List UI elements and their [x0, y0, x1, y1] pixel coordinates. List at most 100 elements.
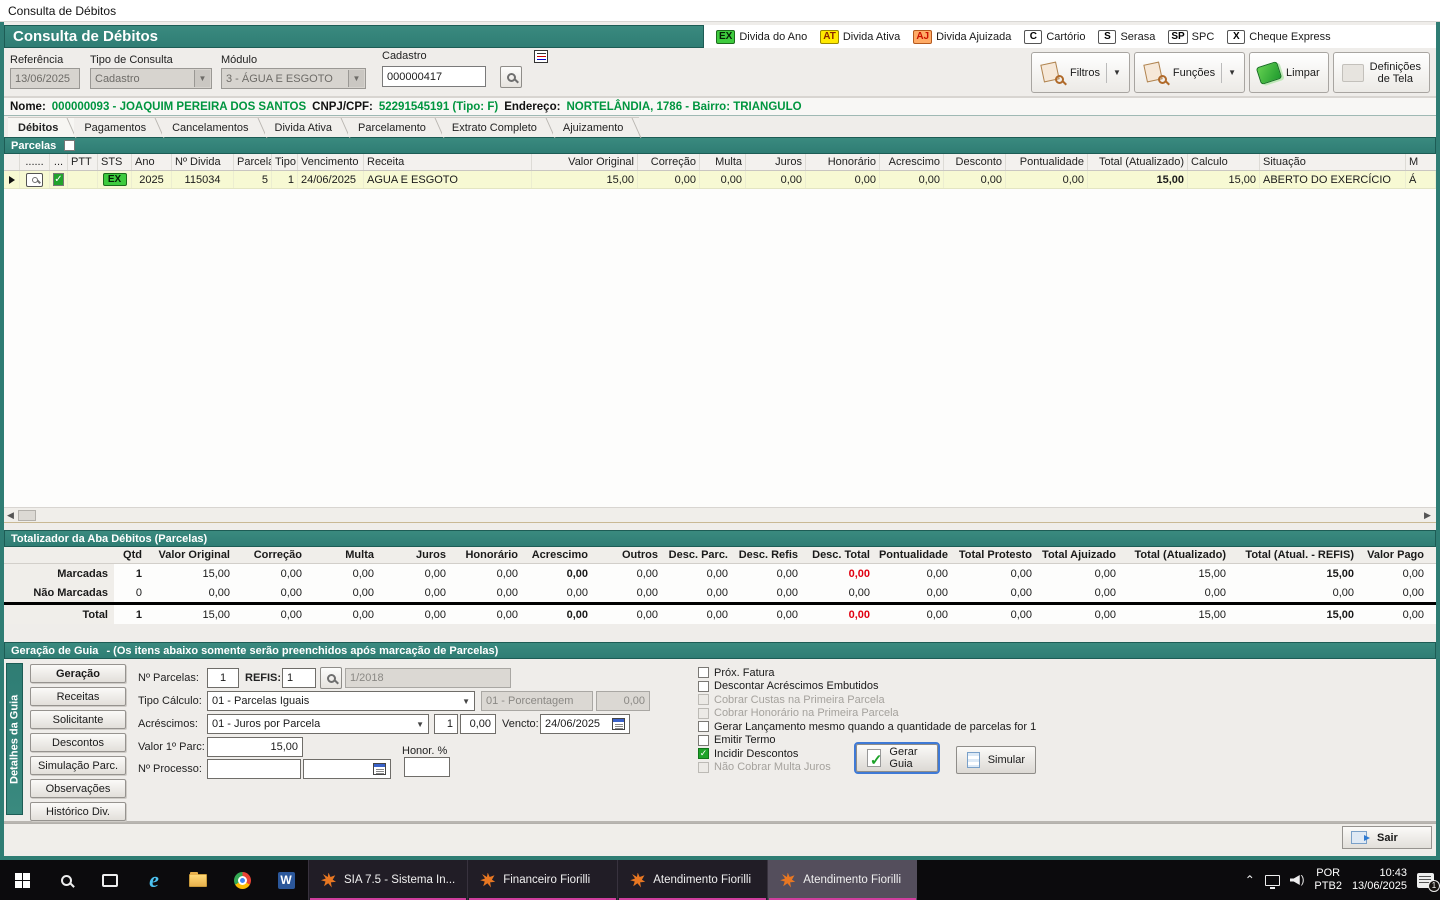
calendar-icon[interactable] [373, 763, 386, 775]
honor-input[interactable] [404, 757, 450, 777]
volume-icon[interactable]: ) [1289, 874, 1304, 886]
filtros-button[interactable]: Filtros ▼ [1031, 52, 1130, 93]
grid-col-honorario[interactable]: Honorário [806, 154, 880, 170]
cadastro-search-button[interactable] [500, 66, 522, 88]
grid-col-correcao[interactable]: Correção [638, 154, 700, 170]
acrescimos-n-input[interactable]: 1 [434, 714, 458, 734]
grid-col-calculo[interactable]: Calculo [1188, 154, 1260, 170]
taskbar-search-button[interactable] [44, 860, 88, 900]
scroll-right-arrow[interactable]: ▶ [1421, 509, 1434, 522]
referencia-field[interactable]: 13/06/2025 [10, 68, 80, 89]
list-icon[interactable] [534, 50, 548, 63]
grid-col-vencimento[interactable]: Vencimento [298, 154, 364, 170]
grid-horizontal-scrollbar[interactable]: ◀ ▶ [4, 508, 1436, 523]
tab-parcelamento[interactable]: Parcelamento [348, 117, 442, 137]
cobrar-honorario-checkbox[interactable]: Cobrar Honorário na Primeira Parcela [698, 707, 1036, 719]
definicoes-tela-button[interactable]: Definições de Tela [1332, 52, 1430, 93]
grid-col-dots[interactable]: ...... [20, 154, 50, 170]
row-search-button[interactable] [26, 172, 43, 187]
taskbar-app-financeiro[interactable]: Financeiro Fiorilli [467, 860, 618, 900]
gerar-guia-button[interactable]: Gerar Guia [854, 742, 940, 774]
action-center-icon[interactable]: 1 [1417, 872, 1440, 892]
grid-col-valor-original[interactable]: Valor Original [532, 154, 638, 170]
nome-label: Nome: [10, 100, 46, 113]
acrescimos-select[interactable]: 01 - Juros por Parcela ▼ [207, 714, 429, 734]
prox-fatura-checkbox[interactable]: Próx. Fatura [698, 667, 1036, 679]
tab-pagamentos[interactable]: Pagamentos [74, 117, 163, 137]
grid-col-tipo[interactable]: Tipo [272, 154, 298, 170]
grid-col-multa[interactable]: Multa [700, 154, 746, 170]
start-button[interactable] [0, 860, 44, 900]
tab-ajuizamento[interactable]: Ajuizamento [552, 117, 640, 137]
tot-cell: 0,00 [1010, 567, 1032, 580]
tab-divida-ativa[interactable]: Divida Ativa [264, 117, 349, 137]
nav-simulacao-button[interactable]: Simulação Parc. [30, 756, 126, 775]
nav-receitas-button[interactable]: Receitas [30, 687, 126, 706]
grid-col-juros[interactable]: Juros [746, 154, 806, 170]
grid-col-ptt[interactable]: PTT [68, 154, 98, 170]
tab-cancelamentos[interactable]: Cancelamentos [162, 117, 265, 137]
vencto-input[interactable]: 24/06/2025 [540, 714, 630, 734]
grid-col-desconto[interactable]: Desconto [944, 154, 1006, 170]
nav-solicitante-button[interactable]: Solicitante [30, 710, 126, 729]
limpar-button[interactable]: Limpar [1249, 52, 1329, 93]
taskbar-app-sia[interactable]: SIA 7.5 - Sistema In... [308, 860, 468, 900]
n-parcelas-input[interactable]: 1 [207, 668, 239, 688]
nav-historico-button[interactable]: Histórico Div. [30, 802, 126, 821]
nav-observacoes-button[interactable]: Observações [30, 779, 126, 798]
grid-col-pontualidade[interactable]: Pontualidade [1006, 154, 1088, 170]
refis-search-button[interactable] [320, 667, 342, 689]
tab-debitos[interactable]: Débitos [8, 117, 75, 137]
nav-geracao-button[interactable]: Geração [30, 664, 126, 683]
cobrar-custas-checkbox[interactable]: Cobrar Custas na Primeira Parcela [698, 694, 1036, 706]
descontar-acrescimos-checkbox[interactable]: Descontar Acréscimos Embutidos [698, 680, 1036, 692]
grid-col-dots2[interactable]: ... [50, 154, 68, 170]
porcentagem-valor-input[interactable]: 0,00 [596, 691, 650, 711]
gerar-lancamento-checkbox[interactable]: Gerar Lançamento mesmo quando a quantida… [698, 721, 1036, 733]
internet-explorer-button[interactable]: e [132, 860, 176, 900]
tab-extrato-completo[interactable]: Extrato Completo [441, 117, 553, 137]
word-button[interactable]: W [264, 860, 308, 900]
scrollbar-thumb[interactable] [18, 509, 36, 521]
valor-parc-input[interactable]: 15,00 [207, 737, 303, 757]
grid-col-ano[interactable]: Ano [132, 154, 172, 170]
network-icon[interactable] [1264, 874, 1280, 889]
sair-button[interactable]: Sair [1342, 826, 1432, 849]
nav-descontos-button[interactable]: Descontos [30, 733, 126, 752]
file-explorer-button[interactable] [176, 860, 220, 900]
task-view-button[interactable] [88, 860, 132, 900]
row-selected-checkbox[interactable]: ✓ [53, 173, 64, 186]
language-indicator[interactable]: POR PTB2 [1314, 867, 1342, 893]
scroll-left-arrow[interactable]: ◀ [4, 509, 17, 522]
modulo-select[interactable]: 3 - ÁGUA E ESGOTO ▼ [221, 68, 366, 89]
acrescimos-valor-input[interactable]: 0,00 [460, 714, 496, 734]
grid-col-situacao[interactable]: Situação [1260, 154, 1406, 170]
grid-col-total[interactable]: Total (Atualizado) [1088, 154, 1188, 170]
grid-col-extra[interactable]: M [1406, 154, 1436, 170]
grid-col-divida[interactable]: Nº Divida [172, 154, 234, 170]
simular-button[interactable]: Simular [956, 746, 1036, 774]
parcelas-checkbox[interactable] [64, 140, 76, 151]
refis-input[interactable]: 1 [282, 668, 316, 688]
grid-col-sts[interactable]: STS [98, 154, 132, 170]
tot-cell: 15,00 [1198, 608, 1226, 621]
grid-col-acrescimo[interactable]: Acrescimo [880, 154, 944, 170]
processo-input[interactable] [207, 759, 301, 779]
clock[interactable]: 10:43 13/06/2025 [1352, 867, 1407, 893]
funcoes-button[interactable]: Funções ▼ [1133, 52, 1246, 93]
tipo-consulta-select[interactable]: Cadastro ▼ [90, 68, 212, 89]
calendar-icon[interactable] [612, 718, 625, 730]
search-icon [506, 72, 516, 82]
grid-col-receita[interactable]: Receita [364, 154, 532, 170]
table-row[interactable]: ✓ EX 2025 115034 5 1 24/06/2025 AGUA E E… [4, 171, 1436, 189]
chrome-button[interactable] [220, 860, 264, 900]
taskbar-app-atendimento-1[interactable]: Atendimento Fiorilli [617, 860, 768, 900]
grid-col-parcela[interactable]: Parcela [234, 154, 272, 170]
porcentagem-select[interactable]: 01 - Porcentagem [481, 691, 593, 711]
tipo-calculo-select[interactable]: 01 - Parcelas Iguais ▼ [207, 691, 475, 711]
taskbar-app-atendimento-2[interactable]: Atendimento Fiorilli [767, 860, 918, 900]
cadastro-input[interactable]: 000000417 [382, 66, 486, 87]
cpf-value: 52291545191 (Tipo: F) [378, 100, 499, 113]
processo-data-input[interactable] [303, 759, 391, 779]
tray-expand-icon[interactable]: ⌃ [1245, 873, 1255, 887]
